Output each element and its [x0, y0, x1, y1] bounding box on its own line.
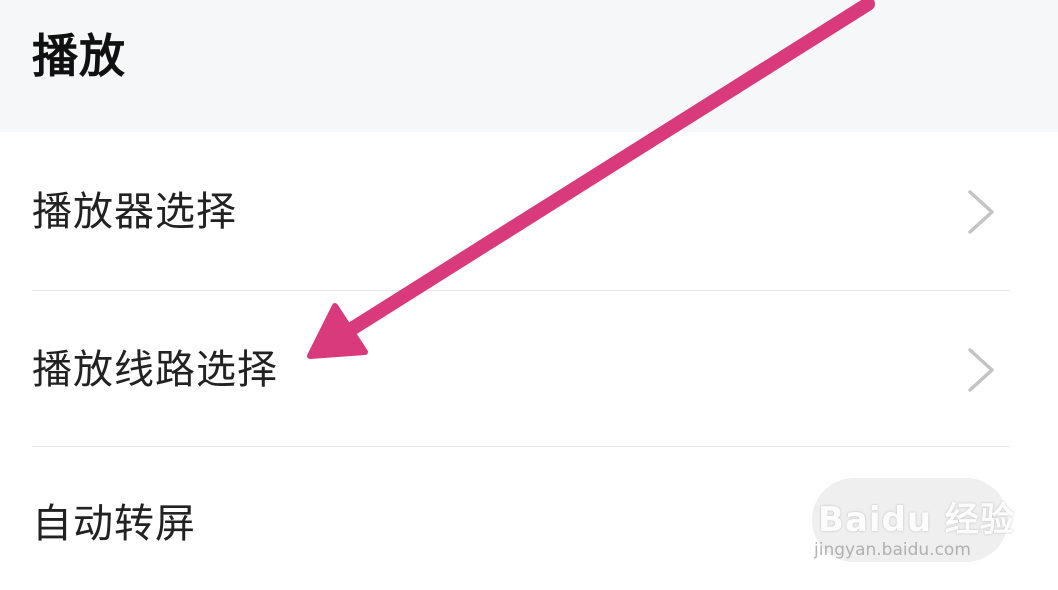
row-label: 播放线路选择 — [32, 347, 278, 393]
settings-page: 播放 播放器选择 播放线路选择 自动转屏 Baidu 经验 jingyan.ba… — [0, 0, 1058, 590]
chevron-right-icon — [968, 348, 994, 392]
watermark-url: jingyan.baidu.com — [814, 540, 971, 560]
section-header: 播放 — [0, 0, 1058, 132]
row-player-select[interactable]: 播放器选择 — [0, 132, 1058, 288]
chevron-right-icon — [968, 190, 994, 234]
watermark-brand: Baidu 经验 — [818, 500, 1015, 540]
row-playback-route-select[interactable]: 播放线路选择 — [0, 290, 1058, 446]
section-title: 播放 — [32, 29, 126, 83]
row-label: 播放器选择 — [32, 189, 237, 235]
baidu-watermark: Baidu 经验 jingyan.baidu.com — [812, 478, 1015, 570]
row-label: 自动转屏 — [32, 501, 196, 547]
